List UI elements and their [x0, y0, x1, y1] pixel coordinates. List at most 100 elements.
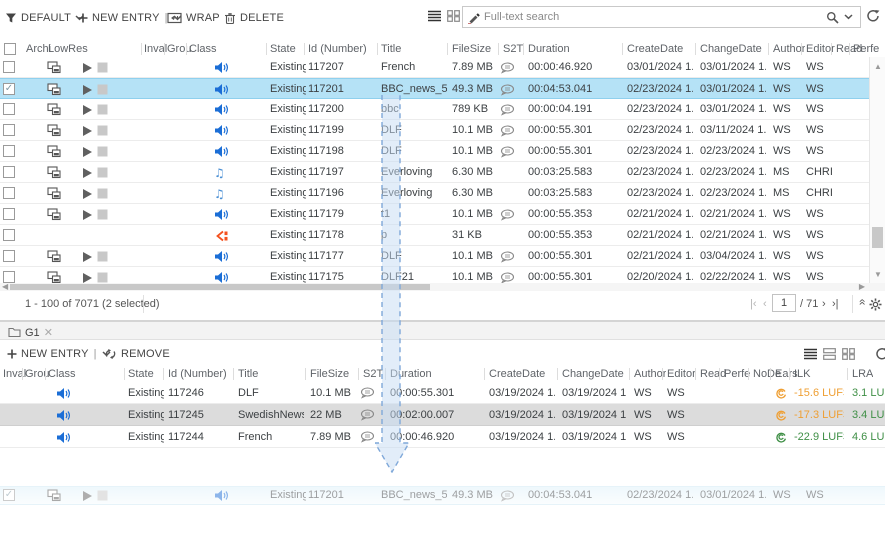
column-header-id-number-[interactable]: Id (Number): [168, 366, 227, 382]
play-button[interactable]: [82, 487, 93, 504]
table-row[interactable]: Existing117175DLF2110.1 MB00:00:55.30102…: [0, 267, 869, 283]
table-row[interactable]: Existing117200bbc789 KB00:00:04.19102/23…: [0, 99, 869, 120]
next-page-button[interactable]: ›: [822, 296, 826, 312]
column-header-state[interactable]: State: [270, 41, 296, 57]
delete-button[interactable]: DELETE: [224, 9, 284, 27]
row-checkbox[interactable]: [3, 187, 15, 199]
column-header-id-number-[interactable]: Id (Number): [308, 41, 367, 57]
column-header-s2t[interactable]: S2T: [503, 41, 523, 57]
last-page-button[interactable]: ›|: [832, 296, 839, 312]
stop-button[interactable]: [97, 183, 108, 204]
play-button[interactable]: [82, 204, 93, 225]
close-tab-icon[interactable]: ✕: [44, 326, 53, 339]
column-header-changedate[interactable]: ChangeDate: [562, 366, 624, 382]
stop-button[interactable]: [97, 57, 108, 78]
column-header-duration[interactable]: Duration: [528, 41, 570, 57]
stop-button[interactable]: [97, 246, 108, 267]
page-number-input[interactable]: [772, 294, 796, 312]
settings-gear-icon[interactable]: [869, 298, 882, 311]
rows-view-icon[interactable]: [823, 348, 836, 360]
vertical-scrollbar-thumb[interactable]: [872, 227, 883, 248]
table-row[interactable]: ♫Existing117196Everloving6.30 MB00:03:25…: [0, 183, 869, 204]
column-header-perfe[interactable]: Perfe: [853, 41, 879, 57]
column-header-createdate[interactable]: CreateDate: [627, 41, 683, 57]
table-row[interactable]: ✓Existing117201BBC_news_5...49.3 MB00:04…: [0, 78, 869, 99]
column-header-lowres[interactable]: LowRes: [48, 41, 88, 57]
play-button[interactable]: [82, 79, 93, 100]
horizontal-scrollbar-thumb[interactable]: [10, 284, 430, 290]
stop-button[interactable]: [97, 162, 108, 183]
stop-button[interactable]: [97, 204, 108, 225]
scroll-up-icon[interactable]: ▲: [874, 63, 882, 71]
row-checkbox[interactable]: [3, 208, 15, 220]
column-header-lra[interactable]: LRA: [852, 366, 873, 382]
row-checkbox[interactable]: [3, 124, 15, 136]
play-button[interactable]: [82, 99, 93, 120]
table-row[interactable]: Existing117198DLF10.1 MB00:00:55.30102/2…: [0, 141, 869, 162]
grid-view-icon[interactable]: [842, 348, 855, 360]
previous-page-button[interactable]: ‹: [763, 296, 767, 312]
table-row[interactable]: Existing117177DLF10.1 MB00:00:55.30102/2…: [0, 246, 869, 267]
column-header-filesize[interactable]: FileSize: [310, 366, 349, 382]
filter-default-button[interactable]: DEFAULT: [5, 9, 84, 27]
scroll-down-icon[interactable]: ▼: [874, 271, 882, 279]
tab-g1[interactable]: G1 ✕: [4, 324, 57, 341]
vertical-scrollbar[interactable]: ▲ ▼: [869, 57, 885, 283]
collapse-panel-icon[interactable]: »: [853, 299, 869, 306]
select-all-checkbox[interactable]: [4, 43, 16, 55]
stop-button[interactable]: [97, 120, 108, 141]
play-button[interactable]: [82, 267, 93, 283]
table-row[interactable]: Existing117179t110.1 MB00:00:55.35302/21…: [0, 204, 869, 225]
list-view-icon[interactable]: [804, 348, 817, 360]
table-row[interactable]: Existing117245SwedishNews22 MB00:02:00.0…: [0, 404, 885, 426]
row-checkbox[interactable]: [3, 229, 15, 241]
play-button[interactable]: [82, 57, 93, 78]
stop-button[interactable]: [97, 99, 108, 120]
column-header-editor[interactable]: Editor: [667, 366, 696, 382]
column-header-state[interactable]: State: [128, 366, 154, 382]
search-icon[interactable]: [826, 11, 839, 24]
column-header-class[interactable]: Class: [48, 366, 76, 382]
column-header-duration[interactable]: Duration: [390, 366, 432, 382]
group-new-entry-button[interactable]: NEW ENTRY |: [7, 345, 111, 363]
table-row[interactable]: Existing117199DLF10.1 MB00:00:55.30102/2…: [0, 120, 869, 141]
play-button[interactable]: [82, 183, 93, 204]
row-checkbox[interactable]: ✓: [3, 83, 15, 95]
grid-view-icon[interactable]: [447, 10, 460, 22]
play-button[interactable]: [82, 141, 93, 162]
scroll-right-icon[interactable]: ▶: [859, 283, 865, 291]
refresh-icon[interactable]: [875, 347, 885, 361]
row-checkbox[interactable]: ✓: [3, 489, 15, 501]
column-header-read[interactable]: Read: [700, 366, 726, 382]
table-row[interactable]: Existing117178p31 KB00:00:55.35302/21/20…: [0, 225, 869, 246]
column-header-s2t[interactable]: S2T: [363, 366, 383, 382]
table-row[interactable]: Existing117244French7.89 MB00:00:46.9200…: [0, 426, 885, 448]
column-header-grou[interactable]: Grou: [167, 41, 191, 57]
column-header-ilk[interactable]: ILK: [794, 366, 811, 382]
column-header-createdate[interactable]: CreateDate: [489, 366, 545, 382]
stop-button[interactable]: [97, 267, 108, 283]
table-row[interactable]: Existing117207French7.89 MB00:00:46.9200…: [0, 57, 869, 78]
play-button[interactable]: [82, 246, 93, 267]
row-checkbox[interactable]: [3, 61, 15, 73]
search-input[interactable]: [480, 11, 821, 23]
refresh-icon[interactable]: [866, 9, 880, 23]
horizontal-scrollbar[interactable]: ◀ ▶: [0, 283, 885, 291]
column-header-filesize[interactable]: FileSize: [452, 41, 491, 57]
row-checkbox[interactable]: [3, 145, 15, 157]
scroll-left-icon[interactable]: ◀: [2, 283, 8, 291]
stop-button[interactable]: [97, 487, 108, 504]
stop-button[interactable]: [97, 141, 108, 162]
play-button[interactable]: [82, 120, 93, 141]
stop-button[interactable]: [97, 79, 108, 100]
wrap-button[interactable]: WRAP: [167, 9, 220, 27]
table-row[interactable]: Existing117246DLF10.1 MB00:00:55.30103/1…: [0, 382, 885, 404]
column-header-perfe[interactable]: Perfe: [724, 366, 750, 382]
column-header-changedate[interactable]: ChangeDate: [700, 41, 762, 57]
search-options-chevron-icon[interactable]: [844, 14, 853, 20]
first-page-button[interactable]: |‹: [750, 296, 757, 312]
play-button[interactable]: [82, 162, 93, 183]
column-header-class[interactable]: Class: [189, 41, 217, 57]
remove-button[interactable]: REMOVE: [104, 345, 170, 363]
full-text-search-box[interactable]: [462, 6, 861, 28]
